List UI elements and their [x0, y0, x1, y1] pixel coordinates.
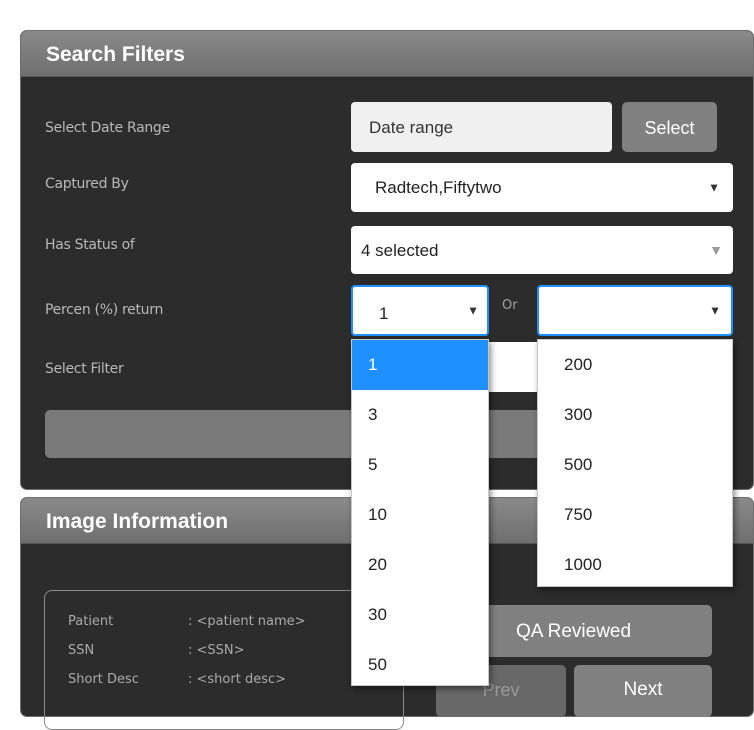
captured-by-label: Captured By: [45, 176, 129, 192]
count-option-200[interactable]: 200: [538, 340, 732, 390]
chevron-down-icon: ▼: [467, 303, 479, 317]
status-multiselect[interactable]: 4 selected ▼: [351, 226, 733, 274]
ssn-label: SSN: [68, 643, 95, 658]
select-filter-label: Select Filter: [45, 361, 124, 377]
short-desc-value: : <short desc>: [188, 672, 287, 687]
select-filter-input[interactable]: [488, 342, 540, 392]
percent-return-label: Percen (%) return: [45, 302, 164, 318]
percent-option-20[interactable]: 20: [352, 540, 488, 590]
patient-label: Patient: [68, 614, 114, 629]
chevron-down-icon: ▼: [708, 180, 720, 194]
percent-option-3[interactable]: 3: [352, 390, 488, 440]
short-desc-label: Short Desc: [68, 672, 139, 687]
status-value: 4 selected: [361, 241, 439, 260]
captured-by-select[interactable]: Radtech,Fiftytwo ▼: [351, 163, 733, 212]
percent-return-value: 1: [379, 304, 389, 323]
count-option-1000[interactable]: 1000: [538, 540, 732, 590]
application-window: Search Filters Select Date Range Date ra…: [0, 0, 754, 730]
status-label: Has Status of: [45, 237, 135, 253]
count-option-500[interactable]: 500: [538, 440, 732, 490]
percent-option-50[interactable]: 50: [352, 640, 488, 690]
percent-option-5[interactable]: 5: [352, 440, 488, 490]
date-range-placeholder: Date range: [369, 118, 454, 137]
or-label: Or: [502, 298, 518, 313]
date-range-input[interactable]: Date range: [351, 102, 612, 152]
record-count-dropdown: 200 300 500 750 1000: [537, 339, 733, 587]
date-range-label: Select Date Range: [45, 120, 170, 136]
next-button[interactable]: Next: [574, 665, 712, 717]
patient-value: : <patient name>: [188, 614, 306, 629]
search-filters-title: Search Filters: [21, 31, 753, 77]
percent-option-30[interactable]: 30: [352, 590, 488, 640]
ssn-value: : <SSN>: [188, 643, 245, 658]
percent-option-1[interactable]: 1: [352, 340, 488, 390]
select-date-button[interactable]: Select: [622, 102, 717, 152]
record-count-select[interactable]: ▼: [537, 285, 733, 336]
count-option-300[interactable]: 300: [538, 390, 732, 440]
percent-return-select[interactable]: 1 ▼: [351, 285, 489, 336]
percent-option-10[interactable]: 10: [352, 490, 488, 540]
count-option-750[interactable]: 750: [538, 490, 732, 540]
image-details-box: [44, 590, 404, 730]
chevron-down-icon: ▼: [709, 303, 721, 317]
percent-return-dropdown: 1 3 5 10 20 30 50: [351, 339, 489, 686]
chevron-down-icon: ▼: [709, 242, 723, 258]
captured-by-value: Radtech,Fiftytwo: [375, 178, 502, 197]
